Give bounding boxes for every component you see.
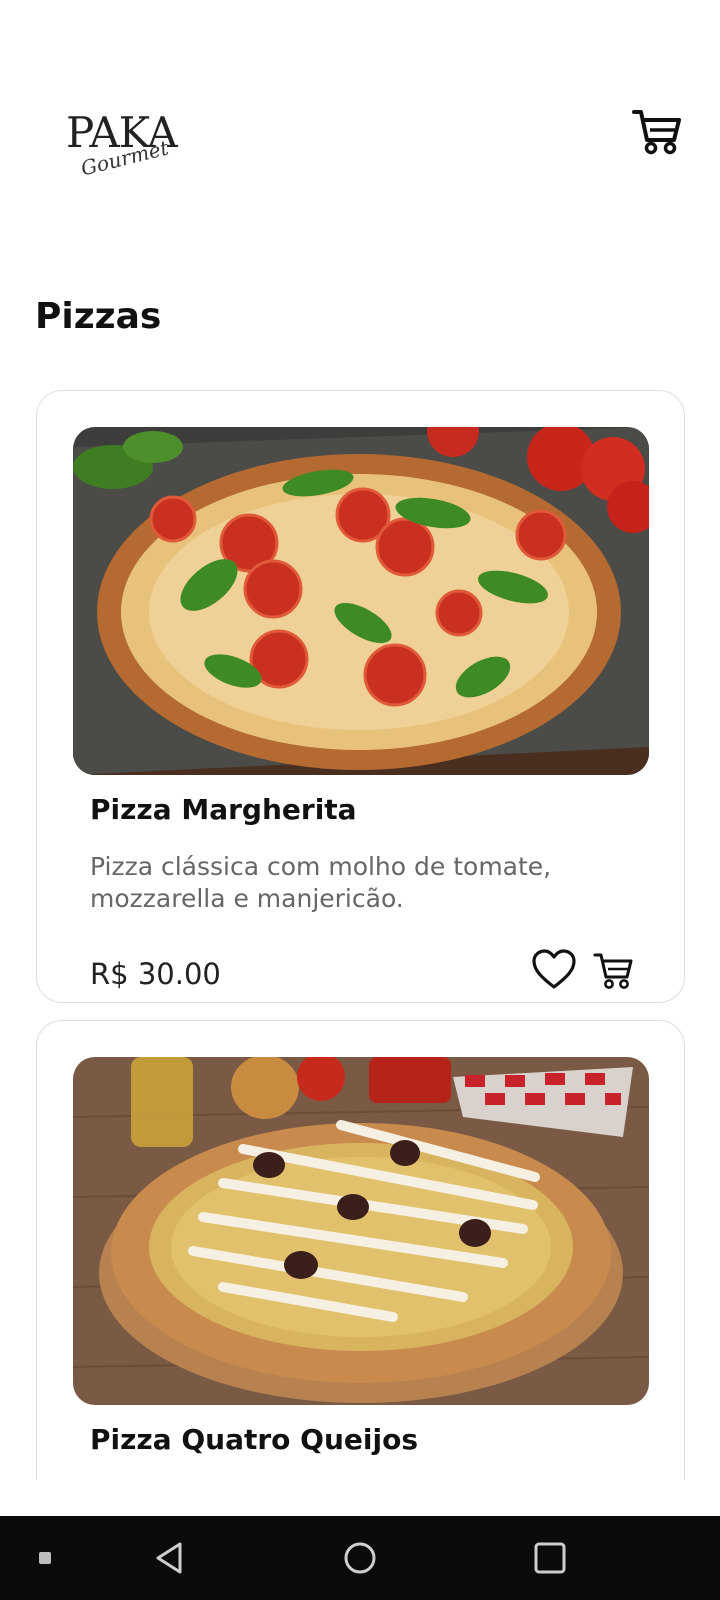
recents-square-icon xyxy=(534,1542,566,1574)
nav-recents-button[interactable] xyxy=(520,1516,580,1600)
section-title: Pizzas xyxy=(35,296,162,337)
nav-small-square[interactable] xyxy=(30,1516,60,1600)
product-image xyxy=(73,1057,649,1405)
heart-icon xyxy=(532,949,576,989)
nav-home-button[interactable] xyxy=(330,1516,390,1600)
nav-back-button[interactable] xyxy=(140,1516,200,1600)
home-circle-icon xyxy=(344,1542,376,1574)
product-card[interactable]: Pizza Margherita Pizza clássica com molh… xyxy=(36,390,685,1003)
app-header: PAKA Gourmet xyxy=(0,0,720,250)
product-list[interactable]: Pizza Margherita Pizza clássica com molh… xyxy=(0,380,720,1480)
product-name: Pizza Quatro Queijos xyxy=(90,1423,418,1456)
add-to-cart-button[interactable] xyxy=(593,951,635,991)
pizza-quatro-queijos-photo xyxy=(73,1057,649,1405)
product-description: Pizza clássica com molho de tomate, mozz… xyxy=(90,852,552,913)
product-image xyxy=(73,427,649,775)
cart-icon xyxy=(593,953,633,989)
pizza-margherita-photo xyxy=(73,427,649,775)
back-triangle-icon xyxy=(156,1542,182,1574)
square-small-icon xyxy=(39,1552,51,1564)
system-navigation-bar xyxy=(0,1516,720,1600)
paka-gourmet-logo: PAKA Gourmet xyxy=(66,108,196,188)
favorite-button[interactable] xyxy=(531,947,577,993)
cart-icon xyxy=(632,110,681,155)
product-name: Pizza Margherita xyxy=(90,793,357,826)
header-cart-button[interactable] xyxy=(632,108,684,158)
product-card[interactable]: Pizza Quatro Queijos xyxy=(36,1020,685,1480)
product-price: R$ 30.00 xyxy=(90,957,221,991)
